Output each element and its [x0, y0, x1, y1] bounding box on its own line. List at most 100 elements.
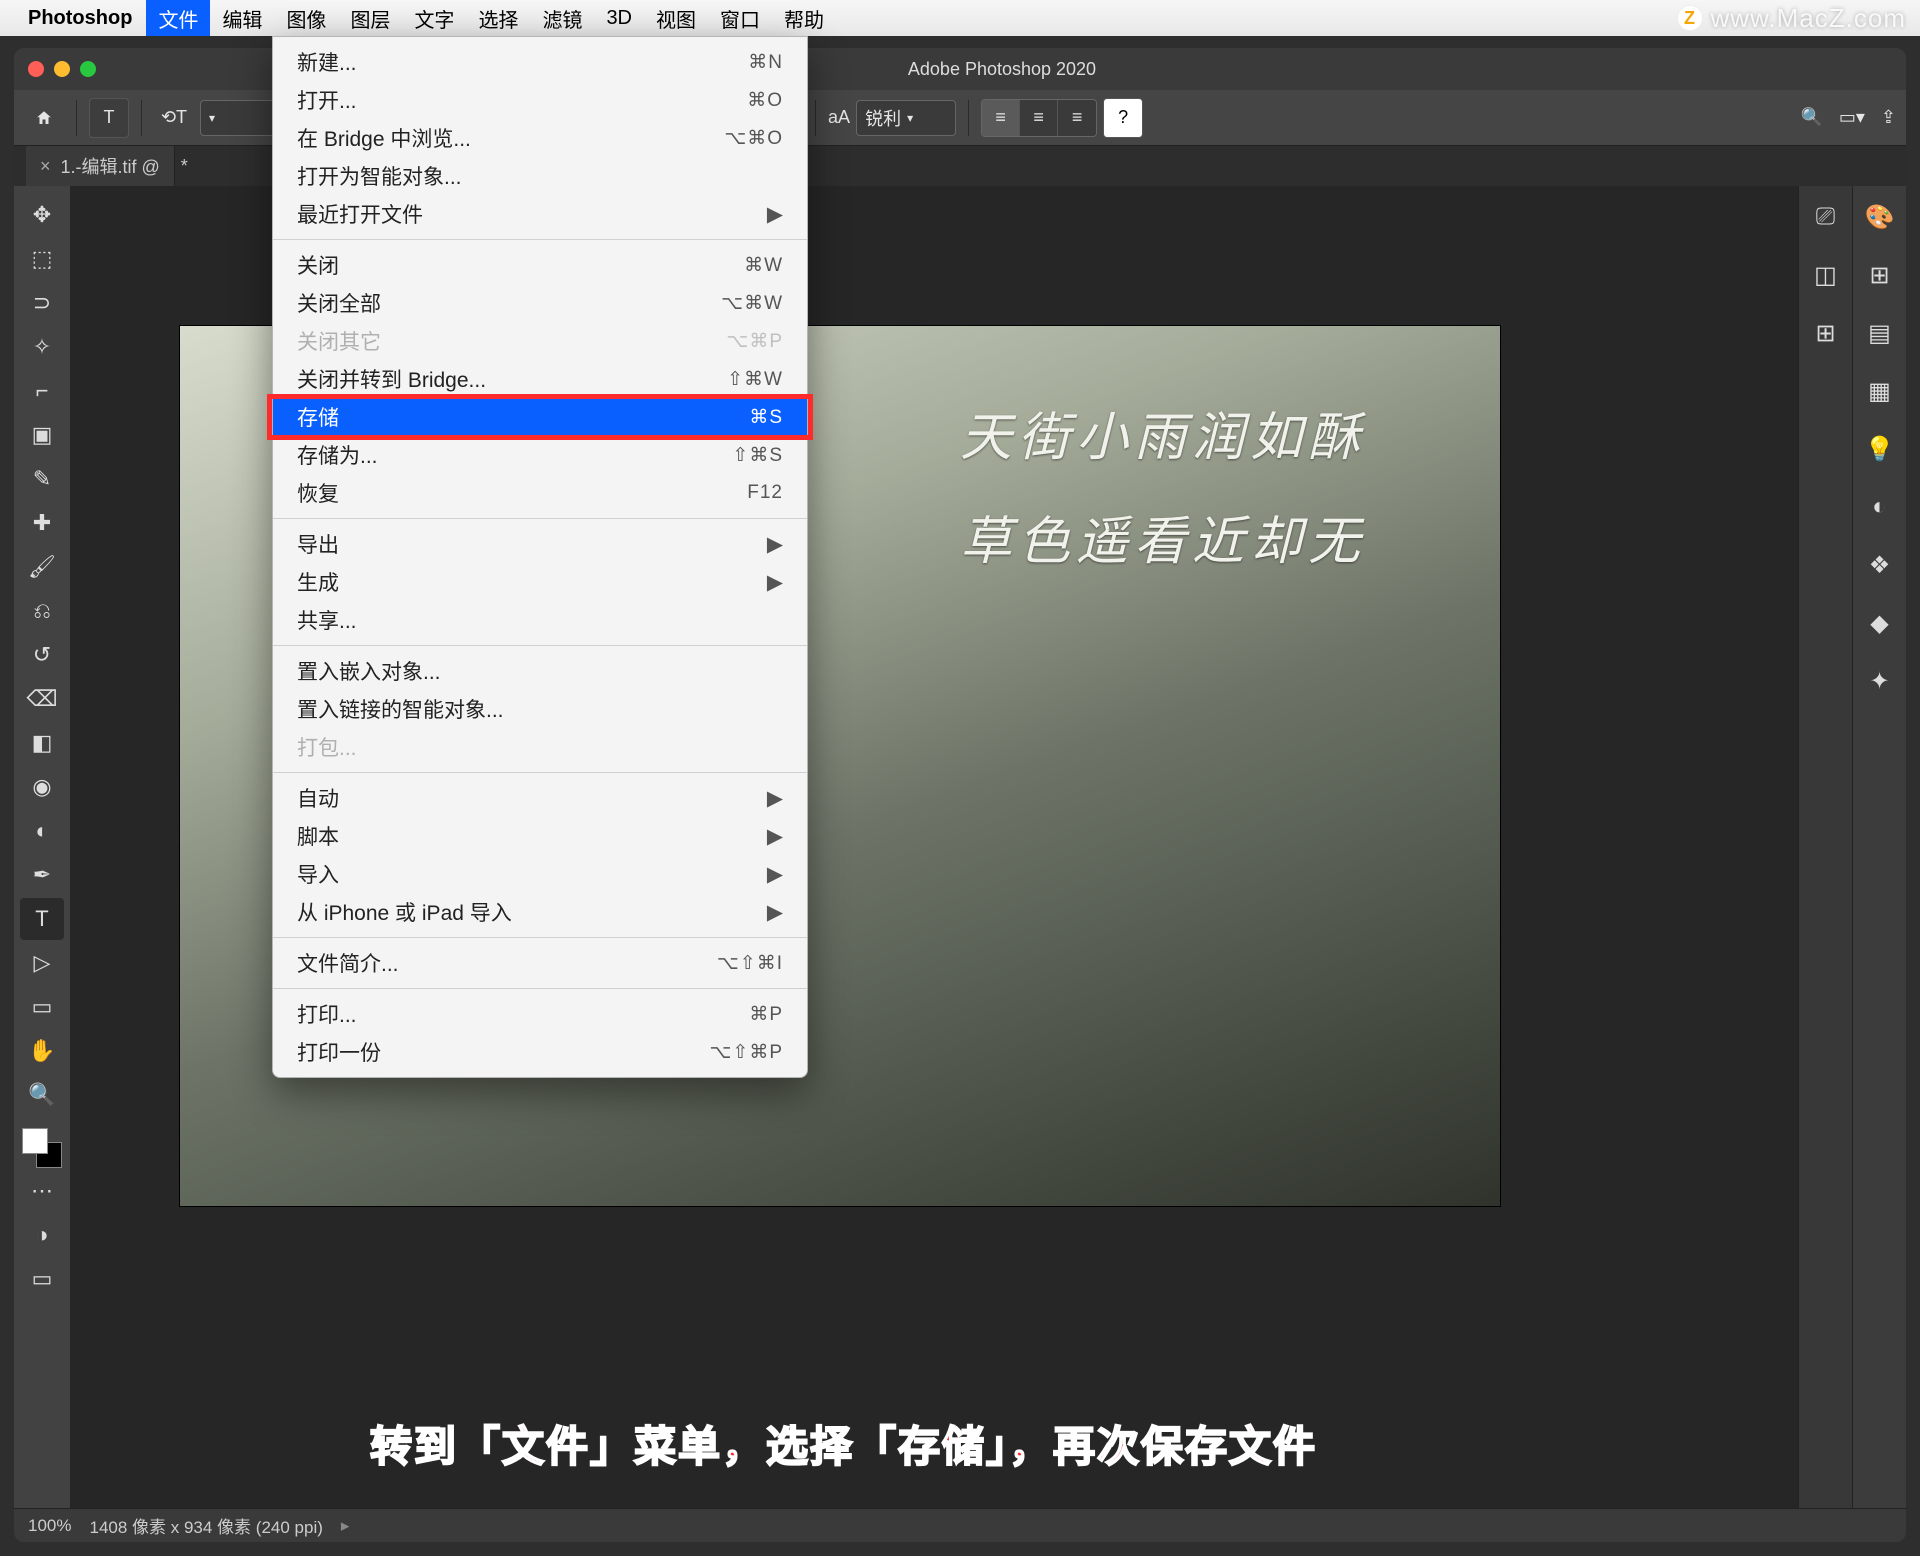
lasso-tool[interactable]: ⊃ [20, 282, 64, 324]
crop-tool[interactable]: ⌐ [20, 370, 64, 412]
tab-close-icon[interactable]: × [40, 156, 51, 177]
app-name[interactable]: Photoshop [28, 7, 132, 30]
type-tool-indicator[interactable]: T [89, 98, 129, 138]
menu-item-生成[interactable]: 生成▶ [273, 563, 807, 601]
move-tool[interactable]: ✥ [20, 194, 64, 236]
menu-item-打印[interactable]: 打印...⌘P [273, 995, 807, 1033]
menu-item-导出[interactable]: 导出▶ [273, 525, 807, 563]
color-panel-icon[interactable]: 🎨 [1863, 200, 1897, 234]
swatches-panel-icon[interactable]: ⊞ [1863, 258, 1897, 292]
orientation-button[interactable]: ⟲T [154, 98, 194, 138]
eyedropper-tool[interactable]: ✎ [20, 458, 64, 500]
menu-item-打印一份[interactable]: 打印一份⌥⇧⌘P [273, 1033, 807, 1071]
menu-item-最近打开文件[interactable]: 最近打开文件▶ [273, 195, 807, 233]
color-swatch[interactable] [22, 1128, 62, 1168]
pen-tool[interactable]: ✒ [20, 854, 64, 896]
bulb-panel-icon[interactable]: 💡 [1863, 432, 1897, 466]
file-menu-dropdown[interactable]: 新建...⌘N打开...⌘O在 Bridge 中浏览...⌥⌘O打开为智能对象.… [272, 36, 808, 1078]
menu-item-label: 打印一份 [297, 1037, 710, 1067]
zoom-tool[interactable]: 🔍 [20, 1074, 64, 1116]
menu-item-打开为智能对象[interactable]: 打开为智能对象... [273, 157, 807, 195]
type-tool[interactable]: T [20, 898, 64, 940]
document-dims[interactable]: 1408 像素 x 934 像素 (240 ppi) [89, 1513, 322, 1538]
hand-tool[interactable]: ✋ [20, 1030, 64, 1072]
menubar-item-帮助[interactable]: 帮助 [772, 0, 836, 36]
rectangle-tool[interactable]: ▭ [20, 986, 64, 1028]
zoom-icon[interactable] [80, 61, 96, 77]
menu-item-在-Bridge-中浏览[interactable]: 在 Bridge 中浏览...⌥⌘O [273, 119, 807, 157]
align-center-button[interactable]: ≡ [1020, 100, 1058, 136]
paths-panel-icon[interactable]: ✦ [1863, 664, 1897, 698]
menu-item-存储为[interactable]: 存储为...⇧⌘S [273, 436, 807, 474]
magic-wand-tool[interactable]: ✧ [20, 326, 64, 368]
align-right-button[interactable]: ≡ [1058, 100, 1096, 136]
search-icon[interactable]: 🔍 [1800, 107, 1822, 128]
menubar-item-编辑[interactable]: 编辑 [210, 0, 274, 36]
home-button[interactable] [24, 98, 64, 138]
menubar-item-窗口[interactable]: 窗口 [708, 0, 772, 36]
brush-tool[interactable]: 🖌 [20, 546, 64, 588]
quickmask-button[interactable]: ◑ [20, 1214, 64, 1256]
menu-item-label: 在 Bridge 中浏览... [297, 123, 724, 153]
menu-item-关闭全部[interactable]: 关闭全部⌥⌘W [273, 284, 807, 322]
healing-tool[interactable]: ✚ [20, 502, 64, 544]
menu-item-shortcut: ⌘S [749, 406, 783, 429]
gradients-panel-icon[interactable]: ▤ [1863, 316, 1897, 350]
stamp-tool[interactable]: ⎌ [20, 590, 64, 632]
eraser-tool[interactable]: ⌫ [20, 678, 64, 720]
menu-item-自动[interactable]: 自动▶ [273, 779, 807, 817]
marquee-tool[interactable]: ⬚ [20, 238, 64, 280]
blur-tool[interactable]: ◉ [20, 766, 64, 808]
menu-item-label: 新建... [297, 47, 748, 77]
workspace-icon[interactable]: ▭▾ [1839, 107, 1865, 128]
path-select-tool[interactable]: ▷ [20, 942, 64, 984]
fg-color[interactable] [22, 1128, 48, 1154]
status-chevron-icon[interactable]: ▸ [341, 1516, 350, 1536]
menu-item-关闭[interactable]: 关闭⌘W [273, 246, 807, 284]
menu-item-置入嵌入对象[interactable]: 置入嵌入对象... [273, 652, 807, 690]
minimize-icon[interactable] [54, 61, 70, 77]
menu-item-共享[interactable]: 共享... [273, 601, 807, 639]
panel-a3-icon[interactable]: ⊞ [1809, 316, 1843, 350]
menubar-item-选择[interactable]: 选择 [466, 0, 530, 36]
menu-item-关闭并转到-Bridge[interactable]: 关闭并转到 Bridge...⇧⌘W [273, 360, 807, 398]
panel-a2-icon[interactable]: ◫ [1809, 258, 1843, 292]
close-icon[interactable] [28, 61, 44, 77]
gradient-tool[interactable]: ◧ [20, 722, 64, 764]
dodge-tool[interactable]: ◐ [20, 810, 64, 852]
panel-a1-icon[interactable]: ⎚ [1809, 200, 1843, 234]
menubar-item-滤镜[interactable]: 滤镜 [530, 0, 594, 36]
menu-item-从-iPhone-或-iPad-导入[interactable]: 从 iPhone 或 iPad 导入▶ [273, 893, 807, 931]
antialias-select[interactable]: 锐利▾ [856, 100, 956, 136]
menubar-item-图层[interactable]: 图层 [338, 0, 402, 36]
patterns-panel-icon[interactable]: ▦ [1863, 374, 1897, 408]
history-brush-tool[interactable]: ↺ [20, 634, 64, 676]
menubar-item-图像[interactable]: 图像 [274, 0, 338, 36]
menu-item-文件简介[interactable]: 文件简介...⌥⇧⌘I [273, 944, 807, 982]
adjust-panel-icon[interactable]: ◐ [1863, 490, 1897, 524]
channels-panel-icon[interactable]: ◆ [1863, 606, 1897, 640]
menu-item-导入[interactable]: 导入▶ [273, 855, 807, 893]
align-left-button[interactable]: ≡ [982, 100, 1020, 136]
menu-item-置入链接的智能对象[interactable]: 置入链接的智能对象... [273, 690, 807, 728]
menu-item-恢复[interactable]: 恢复F12 [273, 474, 807, 512]
traffic-lights[interactable] [28, 61, 96, 77]
frame-tool[interactable]: ▣ [20, 414, 64, 456]
text-color-swatch[interactable]: ? [1103, 98, 1143, 138]
menubar-item-文件[interactable]: 文件 [146, 0, 210, 36]
menu-item-存储[interactable]: 存储⌘S [273, 398, 807, 436]
watermark-badge: Z [1677, 5, 1703, 31]
zoom-level[interactable]: 100% [28, 1516, 71, 1536]
ellipsis-button[interactable]: ⋯ [20, 1170, 64, 1212]
menu-item-打开[interactable]: 打开...⌘O [273, 81, 807, 119]
menu-item-新建[interactable]: 新建...⌘N [273, 43, 807, 81]
menu-item-脚本[interactable]: 脚本▶ [273, 817, 807, 855]
menubar-item-3D[interactable]: 3D [594, 0, 644, 36]
screenmode-button[interactable]: ▭ [20, 1258, 64, 1300]
menubar-item-文字[interactable]: 文字 [402, 0, 466, 36]
document-tab[interactable]: × 1.-编辑.tif @ [26, 146, 175, 186]
share-icon[interactable]: ⇪ [1881, 107, 1896, 128]
submenu-arrow-icon: ▶ [767, 202, 783, 227]
layers-panel-icon[interactable]: ❖ [1863, 548, 1897, 582]
menubar-item-视图[interactable]: 视图 [644, 0, 708, 36]
